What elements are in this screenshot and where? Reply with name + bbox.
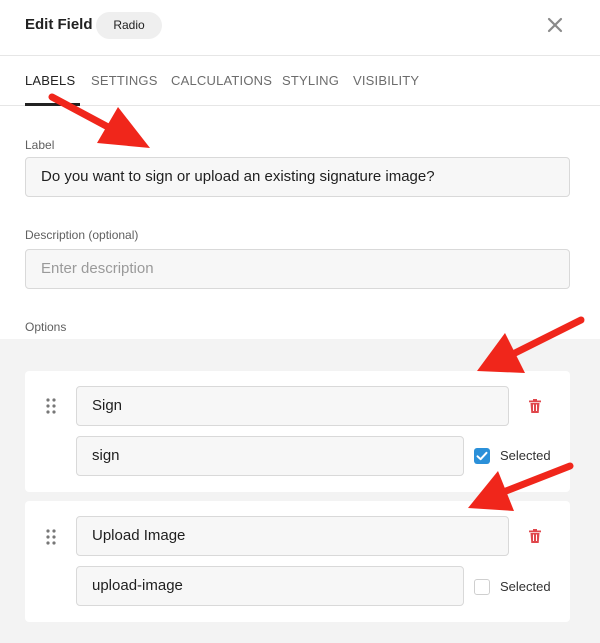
delete-option-button[interactable] xyxy=(529,529,541,543)
active-tab-indicator xyxy=(25,103,80,106)
description-input[interactable]: Enter description xyxy=(25,249,570,289)
options-caption: Options xyxy=(25,320,67,334)
selected-checkbox[interactable] xyxy=(474,579,490,595)
drag-handle[interactable] xyxy=(46,529,56,545)
field-type-badge: Radio xyxy=(96,12,162,39)
drag-handle-icon xyxy=(46,398,56,414)
delete-option-button[interactable] xyxy=(529,399,541,413)
option-card: Sign sign Selected xyxy=(25,371,570,492)
close-icon xyxy=(547,17,563,33)
tab-visibility[interactable]: VISIBILITY xyxy=(353,73,419,88)
selected-label: Selected xyxy=(500,448,551,463)
drag-handle[interactable] xyxy=(46,398,56,414)
drag-handle-icon xyxy=(46,529,56,545)
tab-bar: LABELS SETTINGS CALCULATIONS STYLING VIS… xyxy=(0,56,600,106)
checkmark-icon xyxy=(476,451,488,461)
label-input[interactable]: Do you want to sign or upload an existin… xyxy=(25,157,570,197)
option-value-input[interactable]: sign xyxy=(76,436,464,476)
close-button[interactable] xyxy=(544,14,566,36)
tab-labels[interactable]: LABELS xyxy=(25,73,75,88)
tab-calculations[interactable]: CALCULATIONS xyxy=(171,73,272,88)
trash-icon xyxy=(529,399,541,413)
option-label-input[interactable]: Sign xyxy=(76,386,509,426)
tab-styling[interactable]: STYLING xyxy=(282,73,339,88)
selected-checkbox[interactable] xyxy=(474,448,490,464)
selected-label: Selected xyxy=(500,579,551,594)
options-list: Sign sign Selected Upload Image upload-i… xyxy=(0,339,600,643)
trash-icon xyxy=(529,529,541,543)
modal-title: Edit Field xyxy=(25,16,93,33)
modal-header: Edit Field Radio xyxy=(0,0,600,56)
option-label-input[interactable]: Upload Image xyxy=(76,516,509,556)
option-card: Upload Image upload-image Selected xyxy=(25,501,570,622)
option-value-input[interactable]: upload-image xyxy=(76,566,464,606)
label-caption: Label xyxy=(25,138,55,152)
description-caption: Description (optional) xyxy=(25,228,139,242)
tab-settings[interactable]: SETTINGS xyxy=(91,73,158,88)
